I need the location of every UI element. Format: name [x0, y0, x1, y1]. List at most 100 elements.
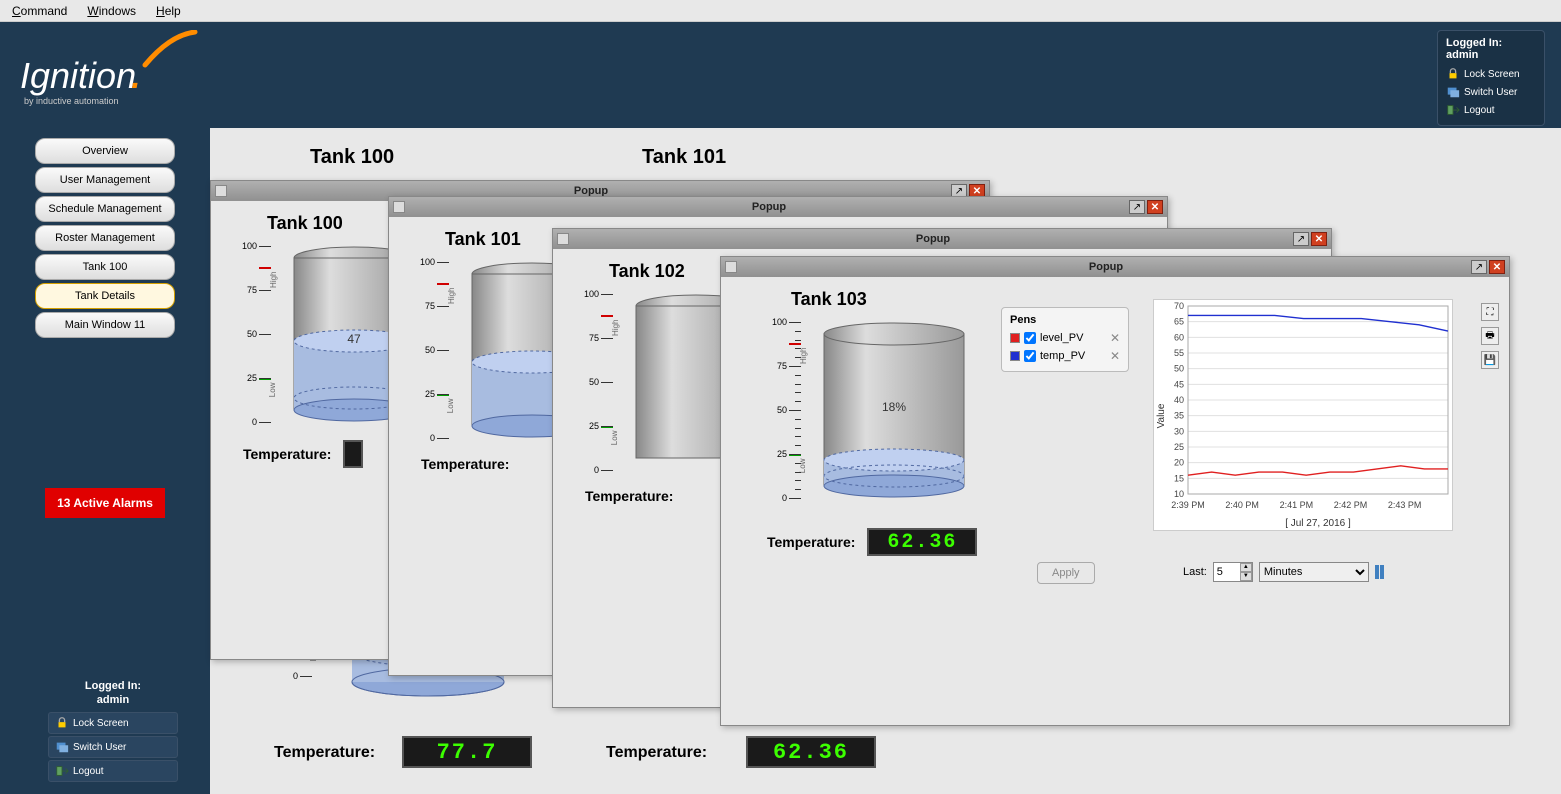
svg-text:[ Jul 27, 2016 ]: [ Jul 27, 2016 ] [1285, 518, 1351, 529]
session-login: Logged In: admin [1446, 37, 1536, 61]
spinner-down[interactable]: ▼ [1240, 572, 1252, 581]
level-scale: 100 High 75 50 Low 25 0 [767, 322, 801, 498]
svg-text:2:40 PM: 2:40 PM [1225, 500, 1259, 510]
pens-panel: Pens level_PV ✕ temp_PV ✕ [1001, 307, 1129, 372]
temp-label: Temperature: [421, 456, 509, 472]
temp-lcd-partial [343, 440, 363, 468]
popup-title-text: Popup [409, 201, 1129, 213]
lock-screen-button[interactable]: Lock Screen [1446, 65, 1536, 83]
popup-titlebar[interactable]: Popup ↗ ✕ [389, 197, 1167, 217]
svg-text:Value: Value [1156, 403, 1167, 428]
spinner-up[interactable]: ▲ [1240, 563, 1252, 572]
menu-help[interactable]: HelpHelp [152, 2, 185, 19]
pen-label: temp_PV [1040, 350, 1085, 362]
close-button[interactable]: ✕ [1147, 200, 1163, 214]
svg-text:40: 40 [1174, 395, 1184, 405]
popup-title-text: Popup [573, 233, 1293, 245]
popup-icon [393, 201, 405, 213]
popup-icon [725, 261, 737, 273]
apply-button[interactable]: Apply [1037, 562, 1095, 584]
logo-sub: by inductive automation [24, 96, 143, 106]
svg-text:25: 25 [1174, 442, 1184, 452]
header: Ignition. by inductive automation Logged… [0, 22, 1561, 128]
last-label: Last: [1183, 566, 1207, 578]
svg-text:2:41 PM: 2:41 PM [1280, 500, 1314, 510]
pen-swatch-blue [1010, 351, 1020, 361]
temp-label: Temperature: [243, 446, 331, 462]
footer-switch-button[interactable]: Switch User [48, 736, 178, 758]
tank-pct: 18% [819, 400, 969, 414]
bg-lcd-a: 77.7 [402, 736, 532, 768]
pen-remove-icon[interactable]: ✕ [1110, 331, 1120, 345]
sidebar-footer: Logged In: admin Lock Screen Switch User… [48, 680, 178, 784]
pen-checkbox-temp[interactable] [1024, 350, 1036, 362]
pen-swatch-red [1010, 333, 1020, 343]
close-button[interactable]: ✕ [1311, 232, 1327, 246]
maximize-button[interactable]: ↗ [1293, 232, 1309, 246]
swoosh-icon [140, 30, 200, 70]
svg-text:2:39 PM: 2:39 PM [1171, 500, 1205, 510]
pen-row-level: level_PV ✕ [1010, 329, 1120, 347]
svg-text:50: 50 [1174, 364, 1184, 374]
level-scale: 100 High 75 50 Low 25 0 [415, 262, 449, 438]
bg-tank-100-label: Tank 100 [310, 146, 394, 169]
print-button[interactable]: 🖶 [1481, 327, 1499, 345]
time-range-row: Last: ▲▼ Minutes [1183, 562, 1384, 582]
switch-user-button[interactable]: Switch User [1446, 83, 1536, 101]
level-scale: 100 High 75 50 Low 25 0 [579, 294, 613, 470]
svg-text:10: 10 [1174, 489, 1184, 499]
pen-row-temp: temp_PV ✕ [1010, 347, 1120, 365]
nav-overview[interactable]: Overview [35, 138, 175, 164]
svg-text:60: 60 [1174, 332, 1184, 342]
close-button[interactable]: ✕ [1489, 260, 1505, 274]
chart-tools: ⛶ 🖶 💾 [1481, 303, 1499, 369]
pens-title: Pens [1010, 314, 1120, 326]
nav-tank-details[interactable]: Tank Details [35, 283, 175, 309]
pen-checkbox-level[interactable] [1024, 332, 1036, 344]
svg-text:2:42 PM: 2:42 PM [1334, 500, 1368, 510]
fullscreen-button[interactable]: ⛶ [1481, 303, 1499, 321]
lock-icon [55, 716, 69, 730]
bg-tank-101-label: Tank 101 [642, 146, 726, 169]
level-scale: 100 High 75 50 Low 25 0 [237, 246, 271, 422]
lock-icon [1446, 67, 1460, 81]
footer-logout-button[interactable]: Logout [48, 760, 178, 782]
nav-tank-100[interactable]: Tank 100 [35, 254, 175, 280]
nav-schedule-mgmt[interactable]: Schedule Management [35, 196, 175, 222]
menu-command[interactable]: CCommandommand [8, 2, 71, 19]
bg-temp-label-a: Temperature: [274, 744, 375, 762]
svg-text:65: 65 [1174, 317, 1184, 327]
footer-lock-button[interactable]: Lock Screen [48, 712, 178, 734]
maximize-button[interactable]: ↗ [1129, 200, 1145, 214]
popup-titlebar[interactable]: Popup ↗ ✕ [721, 257, 1509, 277]
svg-text:15: 15 [1174, 473, 1184, 483]
logout-icon [55, 764, 69, 778]
save-button[interactable]: 💾 [1481, 351, 1499, 369]
temp-label: Temperature: [585, 488, 673, 504]
switch-user-icon [1446, 85, 1460, 99]
popup-icon [557, 233, 569, 245]
nav-main-window-11[interactable]: Main Window 11 [35, 312, 175, 338]
nav-user-mgmt[interactable]: User Management [35, 167, 175, 193]
last-unit-select[interactable]: Minutes [1259, 562, 1369, 582]
nav-roster-mgmt[interactable]: Roster Management [35, 225, 175, 251]
logo: Ignition. by inductive automation [20, 45, 143, 106]
popup-titlebar[interactable]: Popup ↗ ✕ [553, 229, 1331, 249]
popup-icon [215, 185, 227, 197]
pause-button[interactable] [1375, 565, 1384, 579]
main-canvas: Tank 100 Tank 101 Low 25 0 Temperature: … [210, 128, 1561, 794]
active-alarms-button[interactable]: 13 Active Alarms [45, 488, 165, 518]
popup-tank-103: Popup ↗ ✕ Tank 103 100 High 75 50 Low 25 [720, 256, 1510, 726]
menu-windows[interactable]: WindowsWindows [83, 2, 140, 19]
svg-text:45: 45 [1174, 379, 1184, 389]
svg-text:20: 20 [1174, 458, 1184, 468]
logout-button[interactable]: Logout [1446, 101, 1536, 119]
pen-remove-icon[interactable]: ✕ [1110, 349, 1120, 363]
logo-text: Ignition [20, 55, 136, 96]
bg-lcd-b: 62.36 [746, 736, 876, 768]
body-area: Overview User Management Schedule Manage… [0, 128, 1561, 794]
footer-login-label: Logged In: [48, 680, 178, 692]
popup-title-text: Popup [741, 261, 1471, 273]
maximize-button[interactable]: ↗ [1471, 260, 1487, 274]
svg-text:55: 55 [1174, 348, 1184, 358]
